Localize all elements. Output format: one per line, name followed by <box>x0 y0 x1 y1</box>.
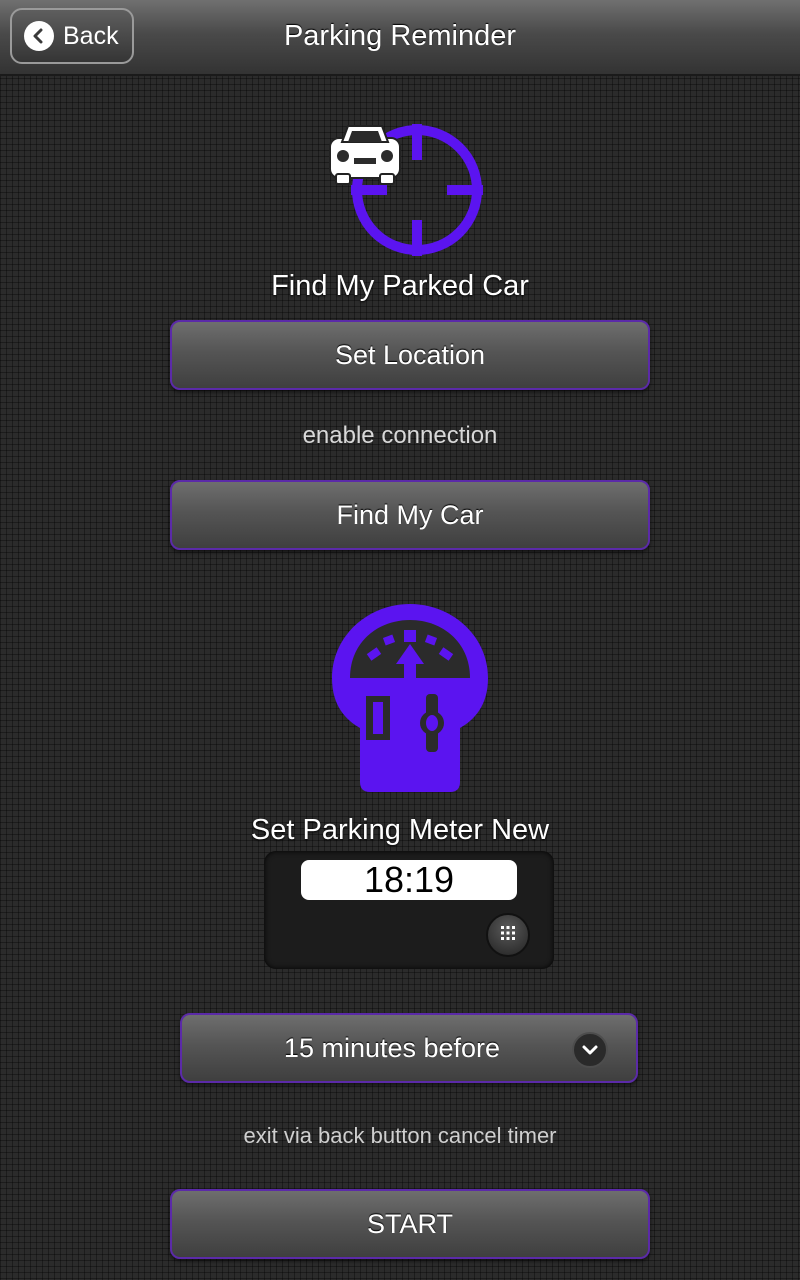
car-crosshair-icon <box>328 118 486 258</box>
back-button-label: Back <box>63 21 119 50</box>
parking-meter-icon <box>330 602 490 794</box>
meter-time-input[interactable]: 18:19 <box>301 860 517 900</box>
set-location-button[interactable]: Set Location <box>170 320 650 390</box>
exit-hint: exit via back button cancel timer <box>243 1123 557 1148</box>
keypad-grid-icon <box>500 925 516 946</box>
keypad-button[interactable] <box>486 913 530 957</box>
reminder-select[interactable]: 15 minutes before <box>180 1013 638 1083</box>
app-header: Parking Reminder Back <box>0 0 800 76</box>
set-location-label: Set Location <box>334 339 486 370</box>
chevron-left-icon <box>24 21 54 51</box>
meter-title: Set Parking Meter New <box>250 814 550 846</box>
time-picker-panel: 18:19 <box>264 851 554 969</box>
find-car-title: Find My Parked Car <box>271 270 529 302</box>
reminder-select-value: 15 minutes before <box>283 1032 501 1063</box>
back-button[interactable]: Back <box>10 8 134 64</box>
connection-hint: enable connection <box>302 422 498 449</box>
start-button[interactable]: START <box>170 1189 650 1259</box>
start-button-label: START <box>366 1208 453 1239</box>
chevron-down-icon <box>572 1032 608 1068</box>
find-my-car-label: Find My Car <box>336 499 484 530</box>
find-my-car-button[interactable]: Find My Car <box>170 480 650 550</box>
